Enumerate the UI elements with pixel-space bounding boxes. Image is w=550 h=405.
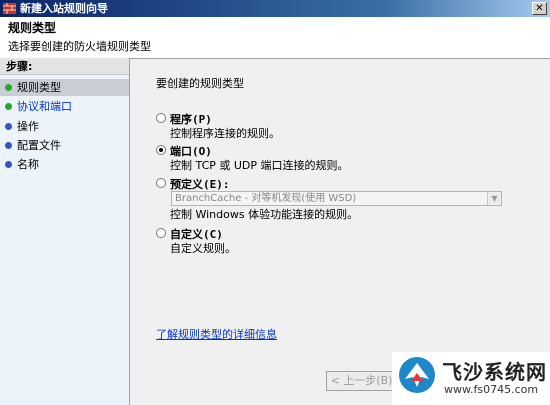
step-status-icon — [5, 142, 12, 149]
predefined-select[interactable]: BranchCache - 对等机发现(使用 WSD) ▼ — [171, 191, 502, 206]
step-action[interactable]: 操作 — [0, 118, 129, 135]
predefined-option-desc: 控制 Windows 体验功能连接的规则。 — [170, 208, 359, 221]
step-status-icon — [5, 84, 12, 91]
firewall-icon — [3, 3, 16, 14]
step-label: 配置文件 — [17, 139, 61, 152]
page-subtitle: 选择要创建的防火墙规则类型 — [8, 40, 151, 53]
step-label: 协议和端口 — [17, 100, 72, 113]
port-radio[interactable] — [156, 145, 166, 155]
watermark-url: www.fs0745.com — [444, 383, 539, 396]
step-protocol-ports[interactable]: 协议和端口 — [0, 98, 129, 115]
step-status-icon — [5, 123, 12, 130]
chevron-down-icon[interactable]: ▼ — [487, 192, 501, 205]
watermark-name: 飞沙系统网 — [442, 360, 547, 384]
steps-title: 步骤: — [0, 58, 129, 75]
rule-type-prompt: 要创建的规则类型 — [156, 77, 244, 90]
page-title: 规则类型 — [8, 21, 57, 35]
learn-more-link[interactable]: 了解规则类型的详细信息 — [156, 326, 277, 342]
close-button[interactable]: ✕ — [532, 2, 547, 15]
step-label: 名称 — [17, 158, 39, 171]
step-name[interactable]: 名称 — [0, 156, 129, 173]
step-label: 规则类型 — [17, 81, 61, 94]
step-profile[interactable]: 配置文件 — [0, 137, 129, 154]
custom-radio[interactable] — [156, 228, 166, 238]
step-status-icon — [5, 103, 12, 110]
step-status-icon — [5, 161, 12, 168]
window-title: 新建入站规则向导 — [20, 2, 108, 15]
program-radio[interactable] — [156, 113, 166, 123]
program-option-desc: 控制程序连接的规则。 — [170, 127, 280, 140]
step-label: 操作 — [17, 120, 39, 133]
predefined-radio[interactable] — [156, 178, 166, 188]
title-bar: 新建入站规则向导 ✕ — [0, 0, 550, 17]
steps-panel: 步骤: 规则类型 协议和端口 操作 配置文件 名称 — [0, 58, 130, 405]
port-option-desc: 控制 TCP 或 UDP 端口连接的规则。 — [170, 159, 349, 172]
step-rule-type[interactable]: 规则类型 — [0, 79, 129, 96]
wizard-header: 规则类型 选择要创建的防火墙规则类型 — [0, 17, 550, 59]
site-logo-icon — [399, 357, 435, 393]
site-watermark: 飞沙系统网 www.fs0745.com — [392, 352, 550, 405]
predefined-select-value: BranchCache - 对等机发现(使用 WSD) — [175, 193, 357, 204]
predefined-option-label[interactable]: 预定义(E): — [170, 176, 230, 192]
back-button[interactable]: < 上一步(B) — [326, 371, 397, 391]
custom-option-desc: 自定义规则。 — [170, 242, 236, 255]
